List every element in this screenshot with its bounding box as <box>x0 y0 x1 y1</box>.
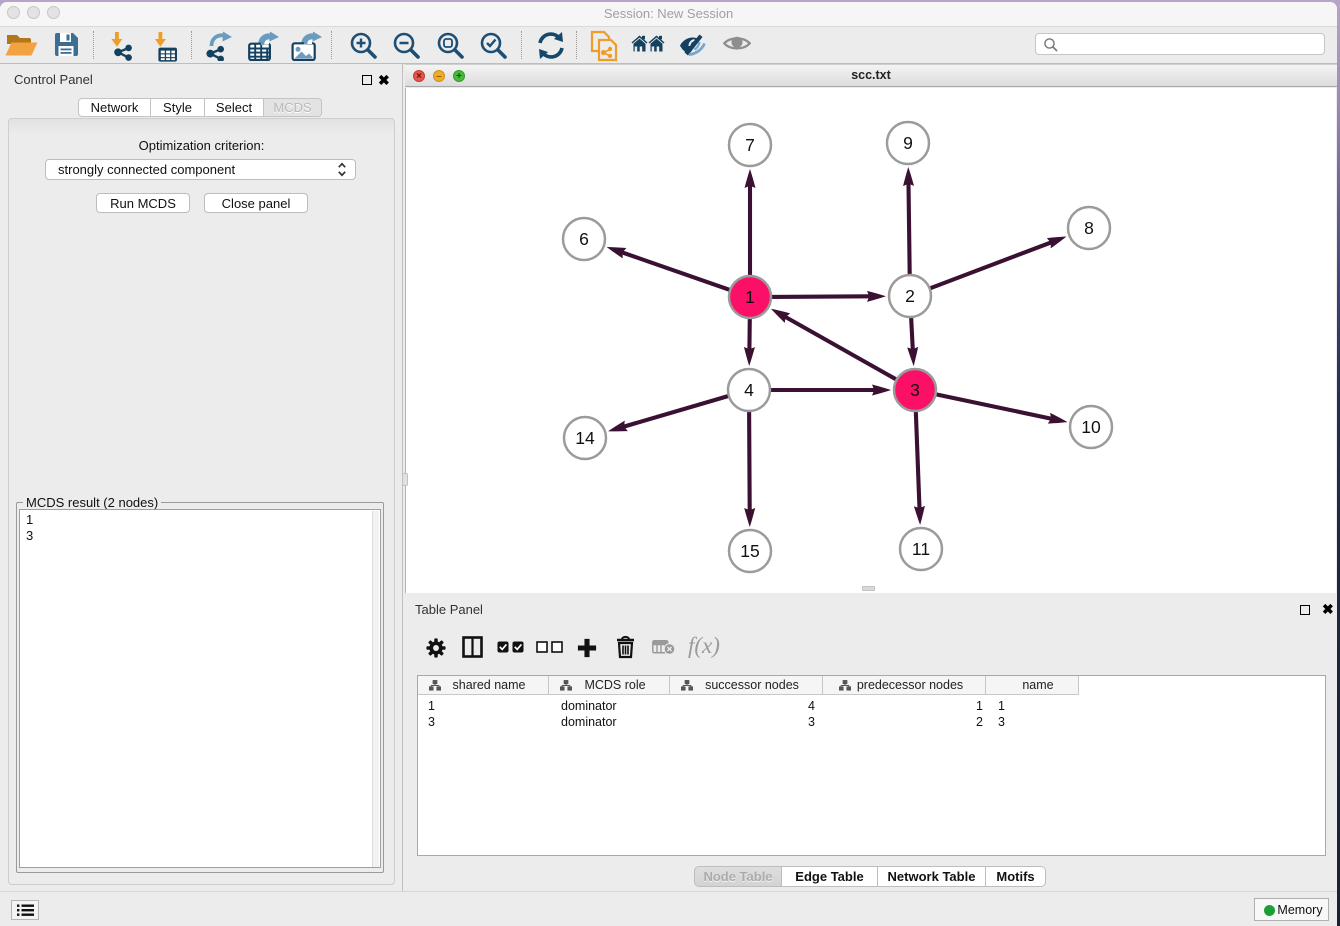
svg-text:1: 1 <box>745 287 755 307</box>
svg-text:2: 2 <box>905 286 915 306</box>
svg-text:14: 14 <box>575 428 595 448</box>
svg-text:7: 7 <box>745 135 755 155</box>
svg-text:8: 8 <box>1084 218 1094 238</box>
svg-text:4: 4 <box>744 380 754 400</box>
svg-text:10: 10 <box>1081 417 1101 437</box>
svg-text:9: 9 <box>903 133 913 153</box>
svg-text:3: 3 <box>910 380 920 400</box>
svg-text:11: 11 <box>912 539 930 559</box>
svg-text:15: 15 <box>740 541 759 561</box>
svg-text:6: 6 <box>579 229 589 249</box>
